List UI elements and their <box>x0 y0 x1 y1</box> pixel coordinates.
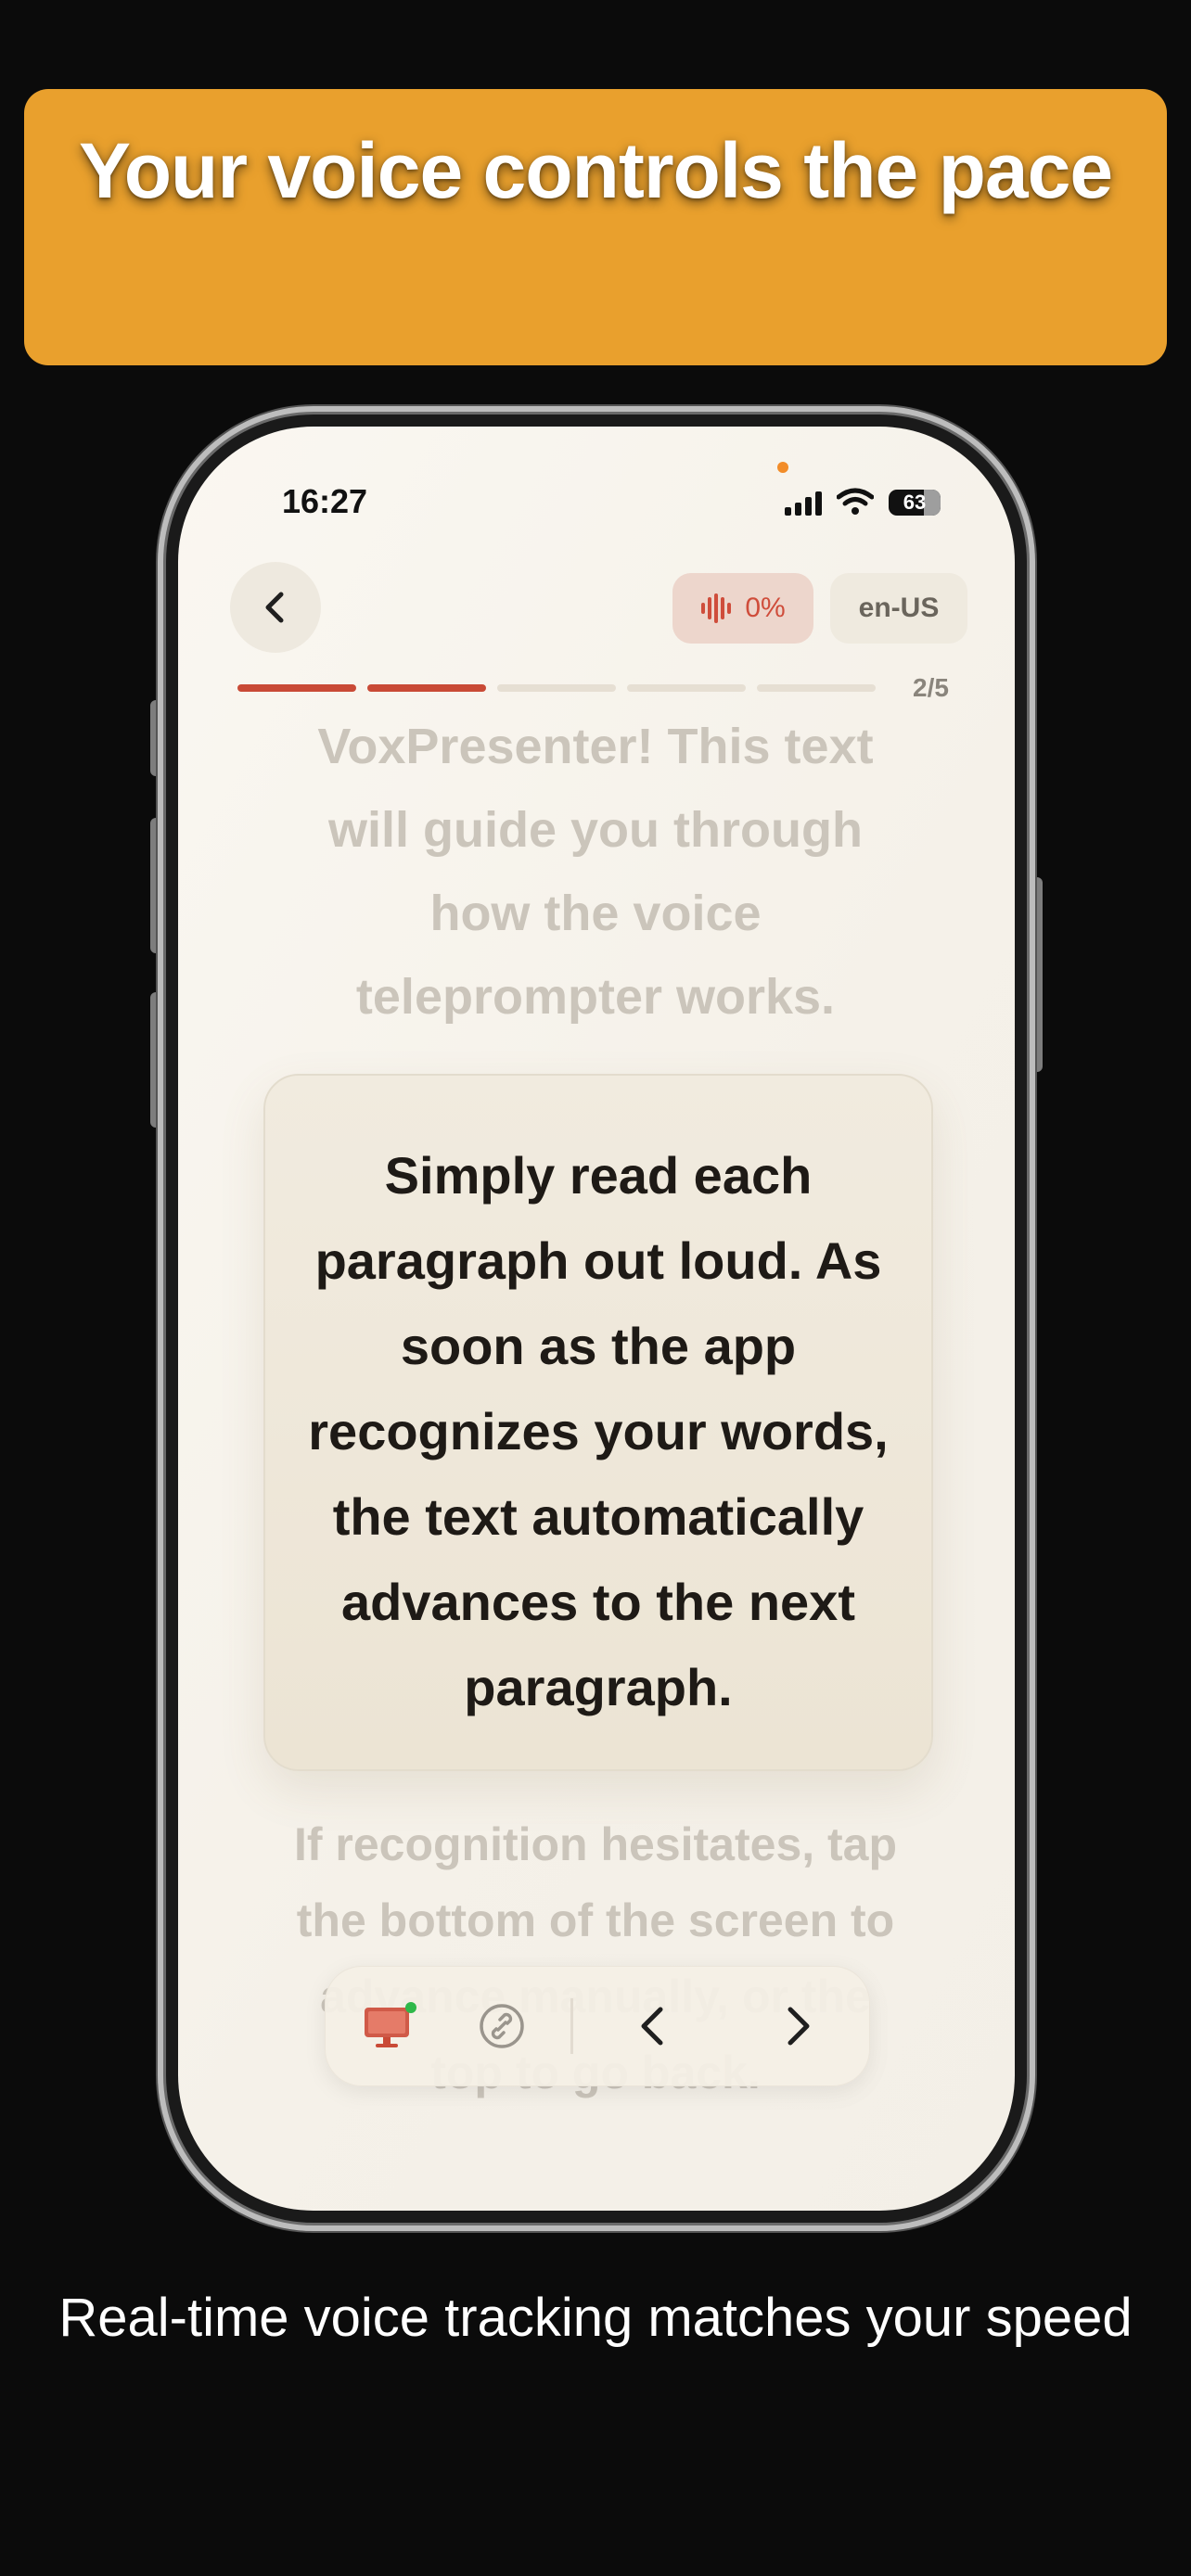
progress-segment <box>237 684 356 692</box>
battery-level: 63 <box>903 491 927 514</box>
language-badge[interactable]: en-US <box>830 573 967 644</box>
headline-text: Your voice controls the pace <box>78 127 1113 214</box>
progress-segment <box>497 684 616 692</box>
control-divider <box>570 1998 573 2054</box>
battery-icon: 63 <box>889 490 941 516</box>
chevron-left-icon <box>641 2007 663 2046</box>
waveform-icon <box>701 593 732 623</box>
previous-paragraph[interactable]: VoxPresenter! This text will guide you t… <box>280 705 911 1039</box>
display-mode-button[interactable] <box>352 1989 426 2063</box>
progress-label: 2/5 <box>913 673 949 702</box>
paragraph-progress-bar <box>237 684 876 692</box>
active-paragraph-card: Simply read each paragraph out loud. As … <box>263 1074 933 1771</box>
phone-screen: 16:27 63 0% en-US 2/5 VoxPresenter! This… <box>178 427 1015 2211</box>
link-icon <box>480 2004 524 2048</box>
camera-indicator-dot <box>777 462 788 473</box>
active-paragraph-text: Simply read each paragraph out loud. As … <box>308 1146 889 1716</box>
monitor-icon <box>365 2002 416 2047</box>
voice-level-text: 0% <box>745 593 786 623</box>
progress-segment <box>757 684 876 692</box>
progress-segment <box>627 684 746 692</box>
language-text: en-US <box>858 593 940 623</box>
back-button[interactable] <box>230 562 321 653</box>
status-time: 16:27 <box>282 482 368 520</box>
voice-level-badge[interactable]: 0% <box>672 573 813 644</box>
chevron-left-icon <box>265 592 284 623</box>
previous-paragraph-button[interactable] <box>615 1989 689 2063</box>
wifi-icon <box>837 488 874 515</box>
link-button[interactable] <box>465 1989 539 2063</box>
chevron-right-icon <box>788 2007 810 2046</box>
cellular-signal-icon <box>785 491 822 516</box>
progress-segment <box>367 684 486 692</box>
caption-text: Real-time voice tracking matches your sp… <box>58 2288 1133 2348</box>
next-paragraph-button[interactable] <box>762 1989 836 2063</box>
headline-banner: Your voice controls the pace <box>24 89 1167 365</box>
playback-control-bar <box>325 1966 870 2086</box>
